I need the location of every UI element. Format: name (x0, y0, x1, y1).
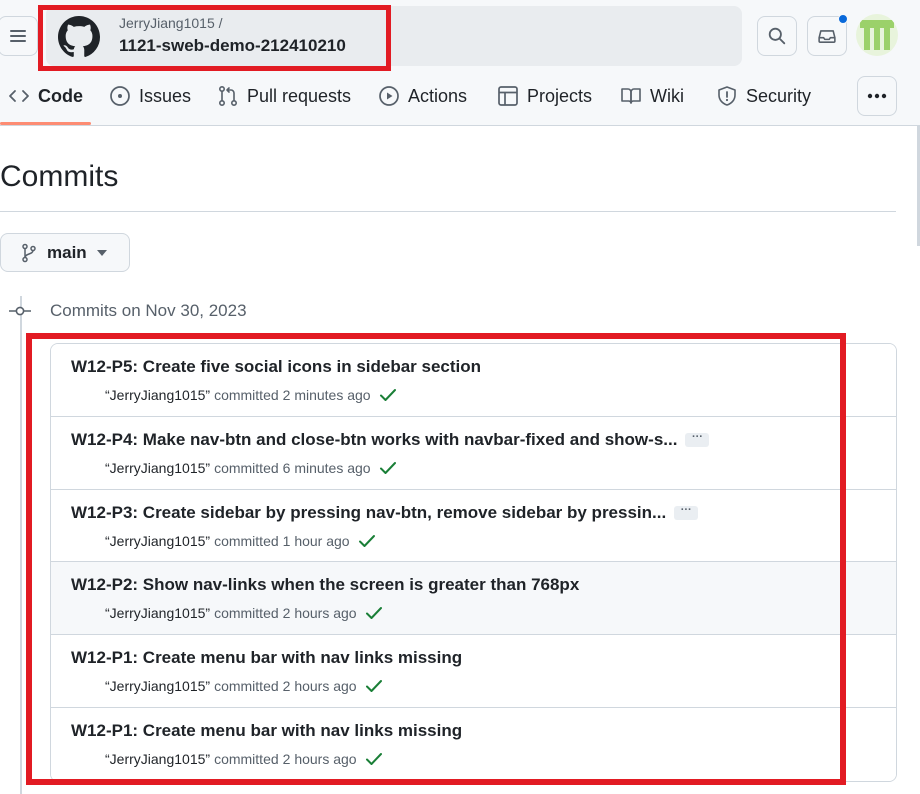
git-branch-icon (22, 243, 36, 262)
timeline-line (20, 296, 22, 794)
git-pull-request-icon (218, 85, 238, 107)
tab-code-label: Code (38, 85, 83, 106)
issue-opened-icon (110, 86, 130, 106)
tab-actions[interactable]: Actions (378, 78, 467, 114)
shield-icon (718, 86, 736, 106)
git-commit-icon (9, 306, 31, 316)
table-icon (498, 86, 518, 106)
notification-dot (838, 14, 848, 24)
title-divider (0, 211, 896, 212)
menu-button[interactable] (0, 16, 38, 56)
tab-wiki[interactable]: Wiki (620, 78, 684, 114)
book-icon (621, 88, 641, 104)
commits-date-heading: Commits on Nov 30, 2023 (50, 301, 247, 320)
hamburger-icon (10, 30, 26, 42)
tab-code[interactable]: Code (8, 78, 83, 114)
branch-name: main (47, 242, 87, 262)
tab-security-label: Security (746, 85, 812, 106)
tab-security[interactable]: Security (716, 78, 811, 114)
inbox-icon (818, 30, 836, 43)
tab-issues[interactable]: Issues (109, 78, 191, 114)
play-icon (379, 86, 399, 106)
avatar[interactable] (856, 14, 898, 56)
tab-pull-requests-label: Pull requests (247, 85, 352, 106)
user-avatar-identicon (856, 14, 898, 56)
tab-issues-label: Issues (139, 85, 192, 106)
search-button[interactable] (757, 16, 797, 56)
tab-projects[interactable]: Projects (497, 78, 592, 114)
tab-pull-requests[interactable]: Pull requests (217, 78, 351, 114)
tab-actions-label: Actions (408, 85, 468, 106)
more-tabs-button[interactable] (857, 76, 897, 116)
tab-projects-label: Projects (527, 85, 593, 106)
repo-highlight-box (38, 5, 391, 71)
kebab-horizontal-icon (867, 93, 887, 99)
tab-active-indicator (0, 122, 91, 125)
tab-wiki-label: Wiki (650, 85, 684, 106)
commits-highlight-box (26, 333, 846, 785)
branch-selector-button[interactable]: main (0, 233, 130, 272)
code-icon (9, 90, 29, 102)
app-header: JerryJiang1015 / 1121-sweb-demo-21241021… (0, 0, 920, 126)
search-icon (768, 27, 786, 45)
triangle-down-icon (96, 249, 107, 256)
page-title: Commits (0, 160, 119, 193)
